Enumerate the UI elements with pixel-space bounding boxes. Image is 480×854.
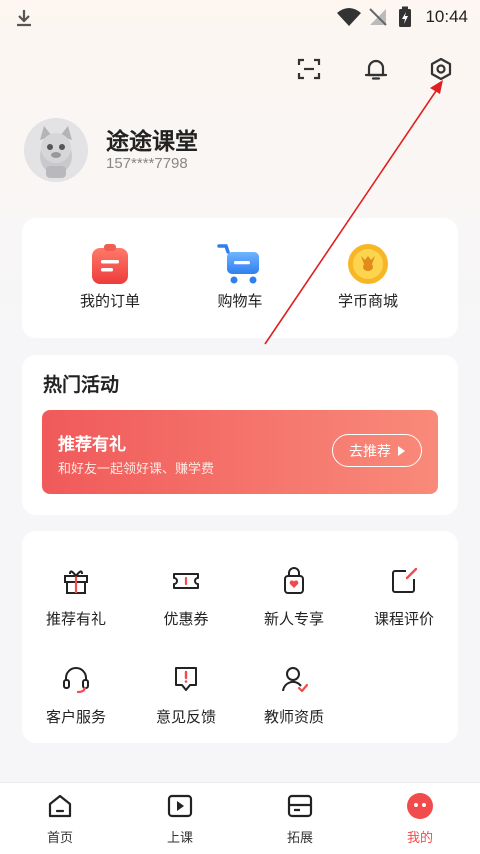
download-icon bbox=[17, 10, 31, 27]
settings-hexagon-icon bbox=[430, 57, 452, 81]
user-name: 途途课堂 bbox=[106, 129, 198, 155]
refer-button-label: 去推荐 bbox=[349, 443, 391, 460]
tab-label: 拓展 bbox=[286, 831, 313, 846]
service-item-coupon[interactable]: 优惠券 bbox=[131, 566, 241, 629]
mascot-avatar-icon bbox=[40, 126, 72, 178]
service-label: 意见反馈 bbox=[155, 708, 216, 726]
coin-mall-icon bbox=[348, 244, 388, 284]
home-icon bbox=[48, 794, 72, 818]
feedback-icon bbox=[175, 667, 197, 691]
tab-mine[interactable]: 我的 bbox=[360, 792, 480, 846]
triangle-right-icon bbox=[398, 445, 405, 456]
tab-label: 上课 bbox=[166, 831, 193, 846]
service-label: 教师资质 bbox=[263, 708, 324, 726]
quick-link-coin-mall[interactable]: 学币商城 bbox=[308, 242, 428, 311]
settings-button[interactable] bbox=[424, 52, 458, 86]
service-label: 优惠券 bbox=[163, 610, 209, 628]
quick-link-orders[interactable]: 我的订单 bbox=[50, 242, 170, 311]
profile-icon bbox=[407, 793, 433, 819]
gift-icon bbox=[64, 570, 88, 594]
section-title: 热门活动 bbox=[43, 374, 120, 396]
headset-icon bbox=[63, 667, 89, 694]
avatar[interactable] bbox=[24, 118, 88, 182]
tab-expand[interactable]: 拓展 bbox=[240, 792, 360, 846]
tab-label: 首页 bbox=[46, 831, 73, 846]
bell-icon bbox=[364, 59, 388, 80]
service-item-feedback[interactable]: 意见反馈 bbox=[131, 664, 241, 727]
banner-title: 推荐有礼 bbox=[58, 435, 126, 455]
service-label: 推荐有礼 bbox=[45, 610, 106, 628]
status-bar: 10:44 bbox=[0, 0, 480, 34]
status-time: 10:44 bbox=[425, 7, 468, 26]
referral-banner[interactable]: 推荐有礼 和好友一起领好课、赚学费 去推荐 bbox=[42, 410, 438, 494]
newcomer-bag-icon bbox=[284, 567, 304, 594]
service-label: 课程评价 bbox=[373, 610, 434, 628]
wifi-icon bbox=[337, 8, 361, 26]
scan-icon bbox=[297, 58, 321, 80]
service-item-customer-service[interactable]: 客户服务 bbox=[21, 664, 131, 727]
service-label: 新人专享 bbox=[263, 610, 324, 628]
quick-link-label: 学币商城 bbox=[337, 292, 398, 310]
quick-link-label: 购物车 bbox=[217, 292, 263, 310]
quick-link-label: 我的订单 bbox=[79, 292, 140, 310]
service-item-teacher[interactable]: 教师资质 bbox=[239, 664, 349, 727]
cart-icon bbox=[217, 244, 259, 284]
play-icon bbox=[167, 794, 193, 818]
banner-subtitle: 和好友一起领好课、赚学费 bbox=[58, 462, 215, 477]
user-phone: 157****7798 bbox=[106, 155, 188, 172]
order-icon bbox=[92, 244, 128, 284]
quick-link-cart[interactable]: 购物车 bbox=[180, 242, 300, 311]
service-item-review[interactable]: 课程评价 bbox=[349, 566, 459, 629]
battery-charging-icon bbox=[399, 6, 411, 27]
coupon-icon bbox=[173, 573, 199, 589]
teacher-icon bbox=[282, 667, 309, 693]
scan-button[interactable] bbox=[292, 52, 326, 86]
quick-links-card: 我的订单 购物车 学币商城 bbox=[22, 218, 458, 338]
notification-button[interactable] bbox=[359, 52, 393, 86]
review-edit-icon bbox=[392, 567, 418, 593]
expand-icon bbox=[287, 794, 313, 818]
tab-label: 我的 bbox=[406, 831, 433, 846]
service-item-referral[interactable]: 推荐有礼 bbox=[21, 566, 131, 629]
tab-home[interactable]: 首页 bbox=[0, 792, 120, 846]
service-label: 客户服务 bbox=[45, 708, 106, 726]
tab-class[interactable]: 上课 bbox=[120, 792, 240, 846]
no-signal-icon bbox=[369, 8, 387, 26]
service-item-newcomer[interactable]: 新人专享 bbox=[239, 566, 349, 629]
refer-button[interactable]: 去推荐 bbox=[332, 434, 422, 467]
